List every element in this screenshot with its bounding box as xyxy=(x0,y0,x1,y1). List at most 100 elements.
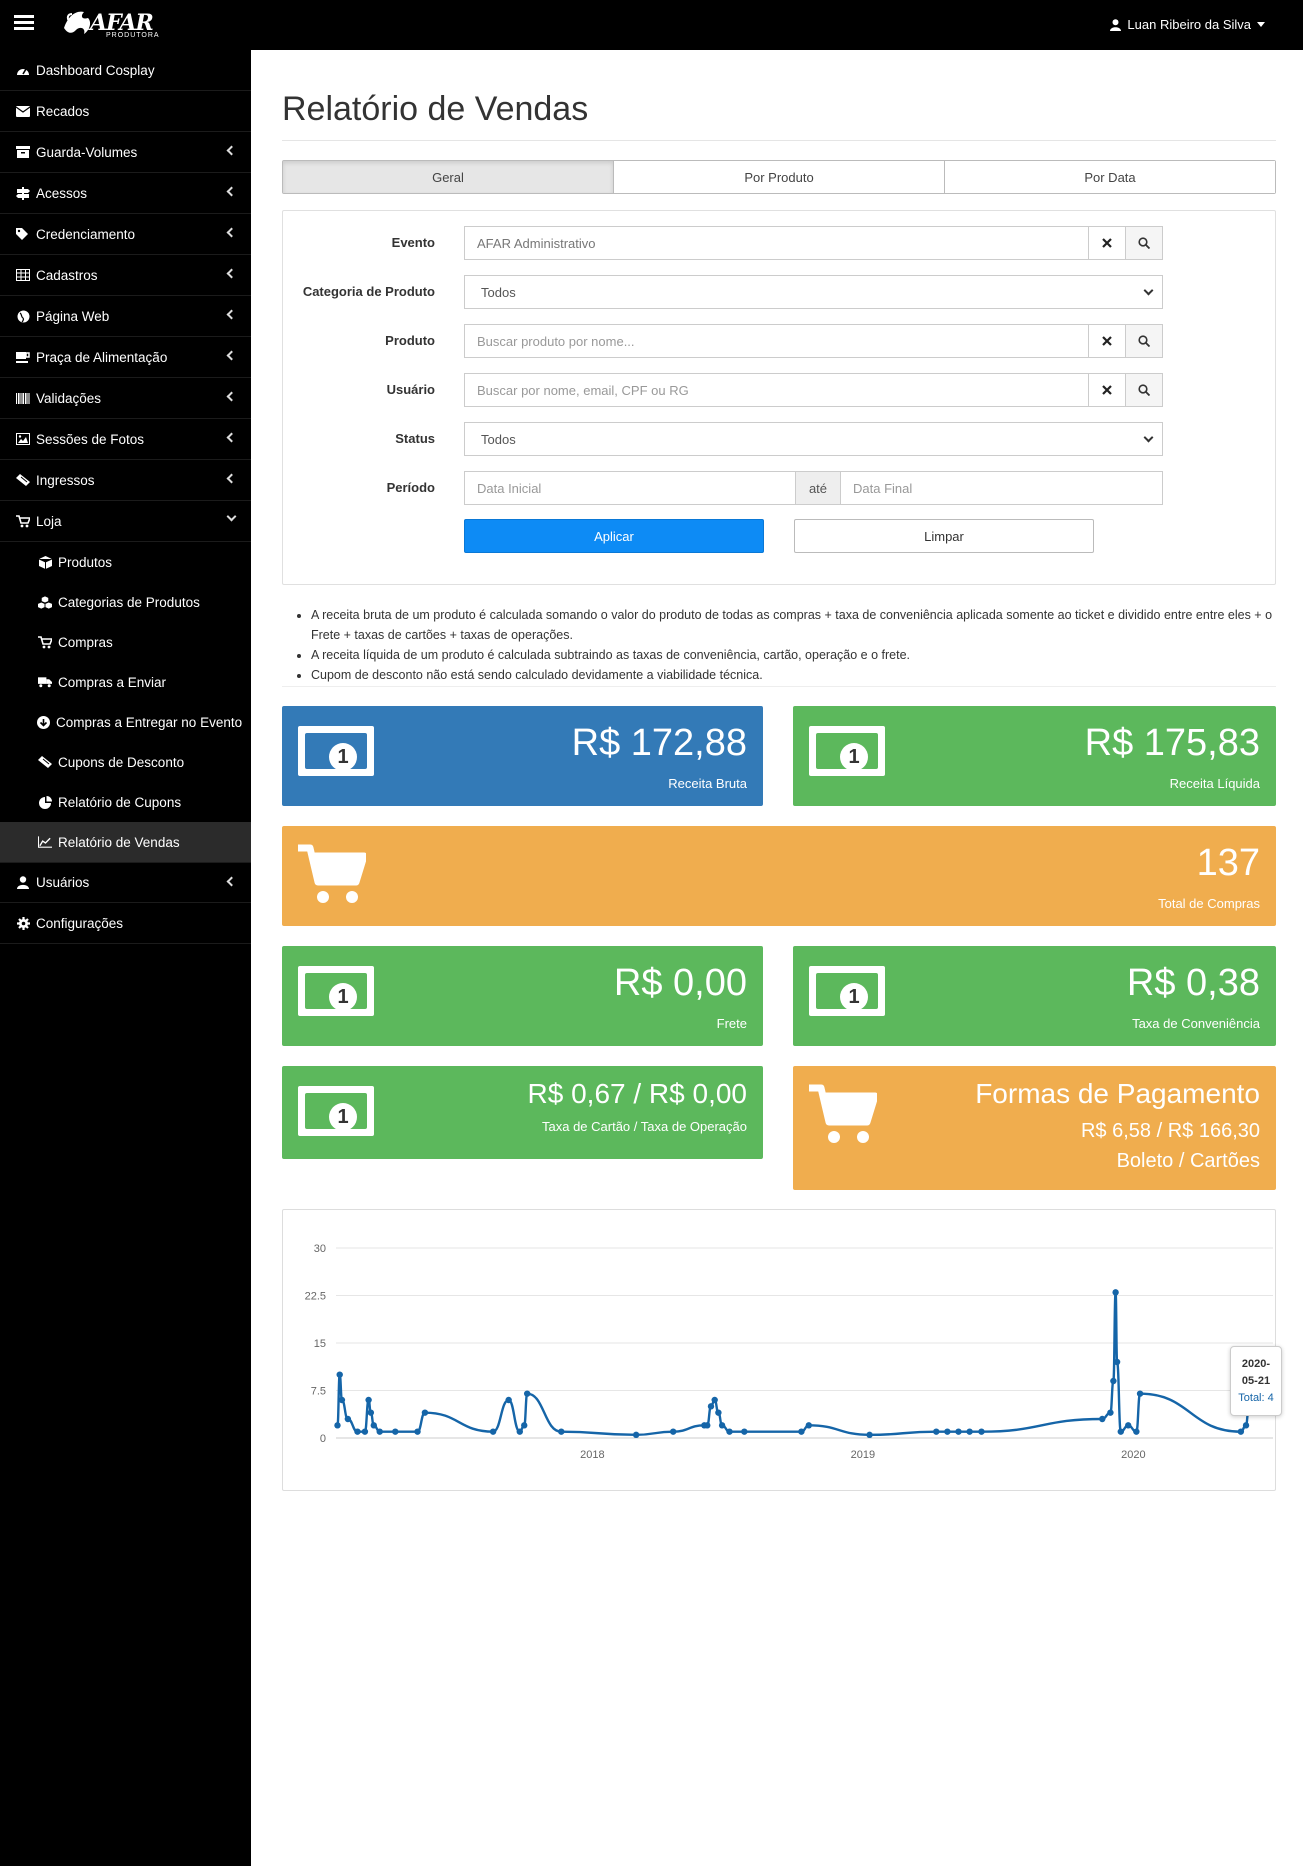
evento-clear-button[interactable] xyxy=(1088,226,1126,260)
sales-line-chart[interactable]: 0 7.5 15 22.5 30 2018 2019 2020 xyxy=(283,1210,1275,1490)
sidebar-item-acessos[interactable]: Acessos xyxy=(0,173,251,214)
ticket-icon xyxy=(16,473,30,487)
data-point xyxy=(1113,1358,1121,1366)
data-point xyxy=(338,1396,346,1404)
data-point xyxy=(715,1409,722,1416)
sidebar-item-usuarios[interactable]: Usuários xyxy=(0,862,251,903)
money-icon: 1 xyxy=(809,966,885,1016)
cube-icon xyxy=(38,555,52,569)
table-icon xyxy=(16,268,30,282)
receita-bruta-label: Receita Bruta xyxy=(668,776,747,791)
report-tabs: Geral Por Produto Por Data xyxy=(282,160,1276,194)
cart-icon xyxy=(298,844,366,903)
filter-row-categoria: Categoria de Produto Todos xyxy=(283,275,1277,309)
usuario-label: Usuário xyxy=(386,382,435,397)
evento-search-button[interactable] xyxy=(1125,226,1163,260)
chevron-left-icon xyxy=(226,473,237,484)
clear-button[interactable]: Limpar xyxy=(794,519,1094,553)
sidebar-subitem-compras-enviar[interactable]: Compras a Enviar xyxy=(0,662,251,702)
data-point xyxy=(707,1403,715,1410)
taxa-conveniencia-card: 1 R$ 0,38 Taxa de Conveniência xyxy=(793,946,1276,1046)
sidebar-item-pagina-web[interactable]: Página Web xyxy=(0,296,251,337)
usuario-search-button[interactable] xyxy=(1125,373,1163,407)
data-point xyxy=(558,1428,565,1435)
sidebar-item-sessoes-fotos[interactable]: Sessões de Fotos xyxy=(0,419,251,460)
chevron-left-icon xyxy=(226,145,237,156)
tooltip-date-line2: 05-21 xyxy=(1241,1375,1271,1387)
user-menu[interactable]: Luan Ribeiro da Silva xyxy=(1110,17,1265,32)
data-point xyxy=(1237,1428,1245,1435)
sidebar-item-praca-alimentacao[interactable]: Praça de Alimentação xyxy=(0,337,251,378)
chevron-left-icon xyxy=(226,432,237,443)
status-label: Status xyxy=(395,431,435,446)
data-point xyxy=(354,1428,361,1435)
tab-por-produto[interactable]: Por Produto xyxy=(614,161,945,193)
sales-chart-panel: 0 7.5 15 22.5 30 2018 2019 2020 2020- 05-21 Tot… xyxy=(282,1209,1282,1491)
usuario-clear-button[interactable] xyxy=(1088,373,1126,407)
data-point xyxy=(798,1428,805,1435)
sidebar-subitem-compras[interactable]: Compras xyxy=(0,622,251,662)
money-icon: 1 xyxy=(298,1086,374,1136)
ticket-icon xyxy=(38,755,52,769)
sidebar-subitem-label: Compras a Entregar no Evento xyxy=(56,714,243,730)
sidebar-subitem-relatorio-vendas[interactable]: Relatório de Vendas xyxy=(0,822,251,862)
categoria-label: Categoria de Produto xyxy=(302,284,435,299)
data-point xyxy=(1133,1428,1140,1435)
sidebar-item-loja[interactable]: Loja xyxy=(0,501,251,542)
sidebar-item-cadastros[interactable]: Cadastros xyxy=(0,255,251,296)
data-point xyxy=(1110,1377,1117,1385)
search-icon xyxy=(1138,384,1150,396)
x-tick-label: 2019 xyxy=(851,1449,875,1461)
chart-tooltip: 2020- 05-21 Total: 4 xyxy=(1230,1346,1282,1416)
sidebar-subitem-label: Relatório de Cupons xyxy=(58,794,182,810)
x-tick-label: 2018 xyxy=(580,1449,604,1461)
tab-por-data[interactable]: Por Data xyxy=(945,161,1275,193)
produto-clear-button[interactable] xyxy=(1088,324,1126,358)
taxa-conveniencia-label: Taxa de Conveniência xyxy=(1132,1016,1260,1031)
evento-field[interactable]: AFAR Administrativo xyxy=(464,226,1089,260)
sidebar-subitem-categorias-produtos[interactable]: Categorias de Produtos xyxy=(0,582,251,622)
logo[interactable]: AFAR PRODUTORA xyxy=(62,8,159,42)
produto-search-input[interactable]: Buscar produto por nome... xyxy=(464,324,1089,358)
usuario-search-input[interactable]: Buscar por nome, email, CPF ou RG xyxy=(464,373,1089,407)
close-icon xyxy=(1102,336,1112,346)
chevron-left-icon xyxy=(226,186,237,197)
sidebar-subitem-produtos[interactable]: Produtos xyxy=(0,542,251,582)
sidebar-item-label: Ingressos xyxy=(36,472,95,488)
produto-label: Produto xyxy=(385,333,435,348)
sidebar-item-guarda-volumes[interactable]: Guarda-Volumes xyxy=(0,132,251,173)
tab-geral[interactable]: Geral xyxy=(283,161,614,193)
sidebar-item-recados[interactable]: Recados xyxy=(0,91,251,132)
produto-search-button[interactable] xyxy=(1125,324,1163,358)
menu-toggle-icon[interactable] xyxy=(14,15,34,33)
sidebar-subitem-compras-entregar-evento[interactable]: Compras a Entregar no Evento xyxy=(0,702,251,742)
data-point xyxy=(1125,1422,1132,1429)
taxa-conveniencia-value: R$ 0,38 xyxy=(1126,962,1260,1004)
sidebar-item-label: Página Web xyxy=(36,308,110,324)
receita-liquida-value: R$ 175,83 xyxy=(1084,722,1260,764)
note-receita-liquida: A receita líquida de um produto é calcul… xyxy=(311,645,1276,665)
chevron-left-icon xyxy=(226,268,237,279)
sidebar-item-ingressos[interactable]: Ingressos xyxy=(0,460,251,501)
data-final-input[interactable]: Data Final xyxy=(840,471,1163,505)
chevron-down-icon xyxy=(1143,285,1154,296)
envelope-icon xyxy=(16,104,30,118)
user-icon xyxy=(1110,18,1122,31)
sidebar-item-label: Recados xyxy=(36,103,90,119)
filter-panel: Evento AFAR Administrativo Categoria de … xyxy=(282,210,1276,585)
categoria-select[interactable]: Todos xyxy=(464,275,1163,309)
sidebar-item-validacoes[interactable]: Validações xyxy=(0,378,251,419)
sidebar-item-configuracoes[interactable]: Configurações xyxy=(0,903,251,944)
data-point xyxy=(944,1428,951,1435)
data-inicial-input[interactable]: Data Inicial xyxy=(464,471,796,505)
sidebar-subitem-cupons-desconto[interactable]: Cupons de Desconto xyxy=(0,742,251,782)
status-select[interactable]: Todos xyxy=(464,422,1163,456)
top-navbar: AFAR PRODUTORA Luan Ribeiro da Silva xyxy=(0,0,1303,50)
apply-button[interactable]: Aplicar xyxy=(464,519,764,553)
sidebar-item-credenciamento[interactable]: Credenciamento xyxy=(0,214,251,255)
filter-row-evento: Evento AFAR Administrativo xyxy=(283,226,1277,260)
sidebar-subitem-relatorio-cupons[interactable]: Relatório de Cupons xyxy=(0,782,251,822)
sidebar-item-dashboard-cosplay[interactable]: Dashboard Cosplay xyxy=(0,50,251,91)
formas-pagamento-card: Formas de Pagamento R$ 6,58 / R$ 166,30 … xyxy=(793,1066,1276,1190)
y-tick-label: 7.5 xyxy=(311,1386,326,1398)
